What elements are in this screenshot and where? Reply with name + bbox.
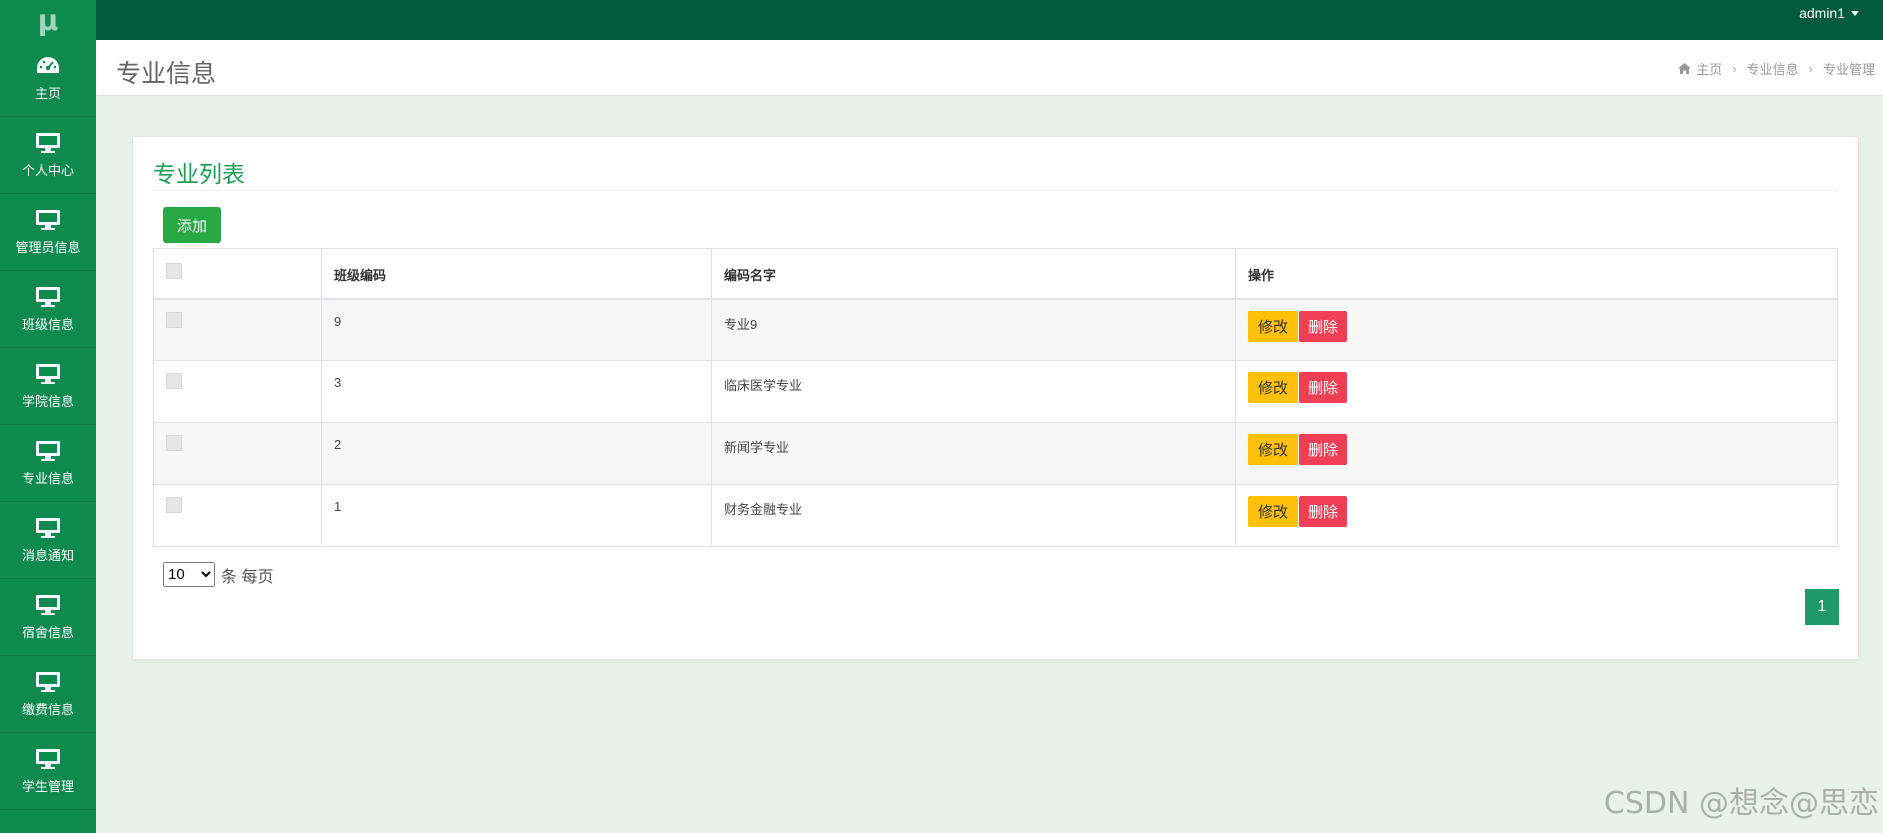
breadcrumb-current: 专业管理 [1822, 62, 1875, 77]
sidebar-item-dorm-info[interactable]: 宿舍信息 [0, 579, 96, 656]
sidebar-item-label: 专业信息 [21, 470, 74, 486]
cell-code: 1 [321, 484, 712, 547]
delete-button[interactable]: 删除 [1299, 372, 1347, 403]
row-checkbox[interactable] [166, 311, 182, 328]
edit-button[interactable]: 修改 [1248, 496, 1298, 527]
page-size-label: 条 每页 [221, 568, 274, 586]
cell-actions: 修改 删除 [1235, 484, 1838, 547]
sidebar-item-home[interactable]: 主页 [0, 40, 96, 117]
sidebar-item-label: 个人中心 [21, 162, 74, 178]
header-actions: 操作 [1235, 248, 1838, 300]
select-all-checkbox[interactable] [166, 263, 182, 279]
sidebar-item-class-info[interactable]: 班级信息 [0, 271, 96, 348]
header-code-name: 编码名字 [711, 248, 1236, 300]
row-checkbox-cell [153, 360, 322, 423]
sidebar-item-label: 管理员信息 [15, 239, 81, 255]
page-size-control: 10 条 每页 [163, 562, 273, 587]
delete-button[interactable]: 删除 [1299, 310, 1347, 342]
cell-actions: 修改 删除 [1235, 422, 1838, 485]
header-class-code: 班级编码 [321, 248, 712, 300]
username: admin1 [1799, 5, 1845, 21]
delete-button[interactable]: 删除 [1299, 434, 1347, 465]
row-checkbox-cell [153, 298, 322, 361]
row-checkbox[interactable] [166, 497, 182, 513]
monitor-icon [36, 286, 60, 307]
chevron-right-icon: › [1732, 61, 1737, 76]
sidebar: μ 主页 个人中心 管理员信息 班级信息 学院信息 专业信息 消息通知 宿舍信息… [0, 0, 96, 833]
monitor-icon [36, 594, 60, 615]
watermark: CSDN @想念@思恋 [1603, 786, 1879, 821]
cell-actions: 修改 删除 [1235, 360, 1838, 423]
monitor-icon [36, 132, 60, 153]
page-number-button[interactable]: 1 [1805, 589, 1839, 625]
row-checkbox-cell [153, 422, 322, 485]
dashboard-icon [37, 56, 59, 73]
sidebar-item-admin-info[interactable]: 管理员信息 [0, 194, 96, 271]
sidebar-item-label: 主页 [34, 85, 61, 101]
row-checkbox[interactable] [166, 435, 182, 451]
monitor-icon [36, 363, 60, 384]
sidebar-item-label: 班级信息 [21, 316, 74, 332]
breadcrumb: 主页 › 专业信息 › 专业管理 [1678, 59, 1875, 78]
table-row: 1 财务金融专业 修改 删除 [153, 484, 1838, 547]
sidebar-item-label: 消息通知 [21, 547, 74, 563]
cell-code: 3 [321, 360, 712, 423]
breadcrumb-major-info[interactable]: 专业信息 [1747, 59, 1799, 78]
caret-down-icon [1851, 10, 1859, 16]
sidebar-item-payment-info[interactable]: 缴费信息 [0, 656, 96, 733]
header-select-all [153, 248, 322, 300]
sidebar-item-label: 缴费信息 [21, 701, 74, 717]
sidebar-item-college-info[interactable]: 学院信息 [0, 348, 96, 425]
cell-actions: 修改 删除 [1235, 298, 1838, 361]
row-checkbox-cell [153, 484, 322, 547]
table-row: 2 新闻学专业 修改 删除 [153, 422, 1838, 485]
edit-button[interactable]: 修改 [1248, 434, 1298, 465]
card-title: 专业列表 [153, 161, 245, 187]
page-header: 专业信息 主页 › 专业信息 › 专业管理 [96, 40, 1883, 96]
monitor-icon [36, 748, 60, 769]
cell-code: 9 [321, 298, 712, 361]
major-list-card: 专业列表 添加 班级编码 编码名字 操作 9 专业9 修改 删除 3 临床医学专… [132, 136, 1859, 660]
table-row: 3 临床医学专业 修改 删除 [153, 360, 1838, 423]
cell-name: 新闻学专业 [711, 422, 1236, 485]
row-checkbox[interactable] [166, 373, 182, 389]
sidebar-item-notifications[interactable]: 消息通知 [0, 502, 96, 579]
home-icon [1678, 63, 1692, 74]
cell-name: 财务金融专业 [711, 484, 1236, 547]
sidebar-item-major-info[interactable]: 专业信息 [0, 425, 96, 502]
sidebar-item-student-management[interactable]: 学生管理 [0, 733, 96, 810]
monitor-icon [36, 440, 60, 461]
edit-button[interactable]: 修改 [1248, 310, 1298, 342]
logo: μ [37, 3, 59, 37]
top-bar: admin1 [0, 0, 1883, 40]
cell-code: 2 [321, 422, 712, 485]
monitor-icon [36, 517, 60, 538]
edit-button[interactable]: 修改 [1248, 372, 1298, 403]
monitor-icon [36, 671, 60, 692]
table-row: 9 专业9 修改 删除 [153, 298, 1838, 361]
sidebar-item-profile[interactable]: 个人中心 [0, 117, 96, 194]
add-button[interactable]: 添加 [163, 207, 221, 243]
delete-button[interactable]: 删除 [1299, 496, 1347, 527]
page-size-select[interactable]: 10 [163, 562, 215, 587]
sidebar-item-label: 学生管理 [21, 778, 74, 794]
sidebar-item-label: 宿舍信息 [21, 624, 74, 640]
sidebar-item-label: 学院信息 [21, 393, 74, 409]
page-title: 专业信息 [116, 60, 217, 88]
table-header-row: 班级编码 编码名字 操作 [153, 248, 1838, 300]
chevron-right-icon: › [1808, 61, 1813, 76]
content-area: 专业列表 添加 班级编码 编码名字 操作 9 专业9 修改 删除 3 临床医学专… [114, 114, 1883, 833]
user-menu[interactable]: admin1 [1799, 0, 1859, 26]
divider [153, 190, 1838, 191]
cell-name: 专业9 [711, 298, 1236, 361]
breadcrumb-home[interactable]: 主页 [1696, 59, 1722, 78]
major-table: 班级编码 编码名字 操作 9 专业9 修改 删除 3 临床医学专业 修改 删除 … [153, 248, 1838, 547]
cell-name: 临床医学专业 [711, 360, 1236, 423]
monitor-icon [36, 209, 60, 230]
